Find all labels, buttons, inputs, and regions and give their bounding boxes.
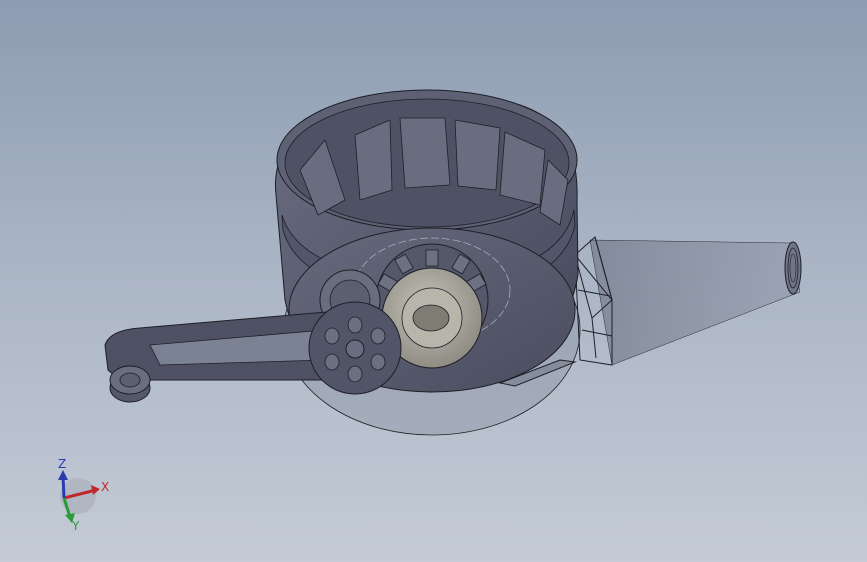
triad-x-label: X [101, 480, 109, 494]
outlet-nozzle [589, 239, 802, 366]
triad-y-label: Y [71, 519, 80, 533]
hand-crank[interactable] [104, 301, 402, 403]
model-canvas[interactable]: X Z Y [0, 0, 867, 562]
graphics-viewport[interactable]: X Z Y [0, 0, 867, 562]
orientation-triad[interactable]: X Z Y [58, 457, 109, 533]
crank-handle-knob[interactable] [109, 365, 151, 403]
triad-z-label: Z [58, 457, 66, 471]
crank-hub[interactable] [308, 301, 402, 395]
